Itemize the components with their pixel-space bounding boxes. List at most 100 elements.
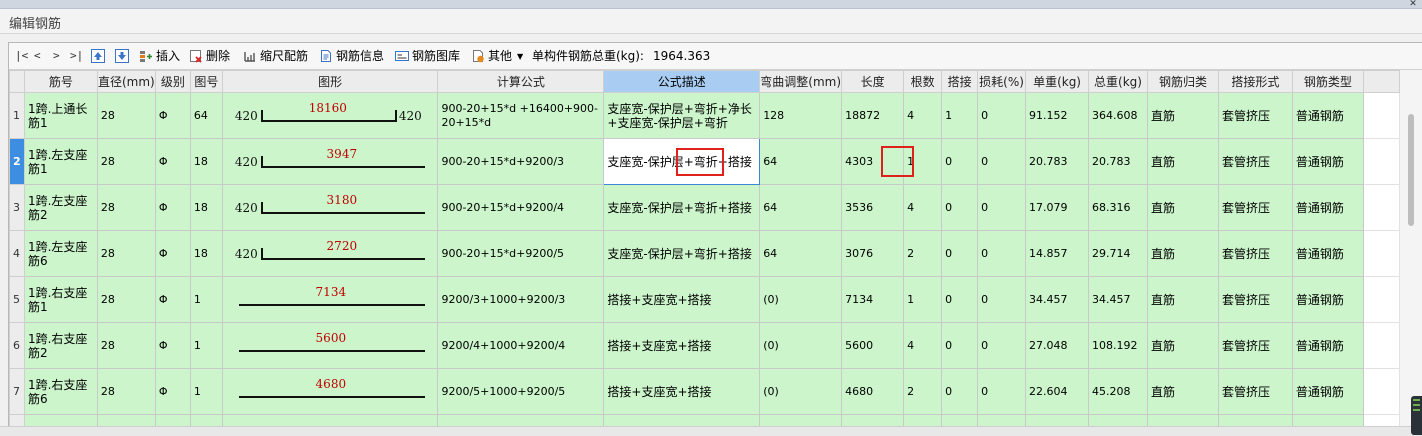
unit-weight-cell[interactable]: 17.079	[1025, 184, 1090, 231]
table-row[interactable]: 6 1跨.右支座筋2 28 Φ 1 5600 9200/4+1000+9200/4 搭接+支座…	[9, 322, 1400, 369]
delete-button[interactable]: 删除	[189, 48, 230, 64]
length-cell[interactable]: 18872	[841, 92, 905, 139]
rebar-name-cell[interactable]: 1跨.右支座筋2	[23, 322, 98, 369]
formula-cell[interactable]: 900-20+15*d +16400+900-20+15*d	[437, 92, 605, 139]
rebar-type-cell[interactable]: 普通钢筋	[1291, 138, 1364, 185]
count-cell[interactable]: 2	[903, 230, 943, 277]
vertical-scrollbar[interactable]	[1400, 70, 1422, 427]
formula-cell[interactable]: 900-20+15*d+9200/4	[437, 184, 605, 231]
bend-adjust-cell[interactable]: 64	[759, 184, 843, 231]
loss-cell[interactable]: 0	[977, 230, 1027, 277]
row-number[interactable]: 3	[9, 184, 25, 231]
rebar-info-button[interactable]: 钢筋信息	[319, 48, 384, 64]
lap-type-cell[interactable]: 套管挤压	[1217, 138, 1293, 185]
table-row[interactable]: 4 1跨.左支座筋6 28 Φ 18 420 2720 900-20+15*d+9200/5 支…	[9, 230, 1400, 277]
column-header[interactable]: 图形	[221, 70, 439, 93]
shape-cell[interactable]: 420 2720	[221, 230, 439, 277]
column-header[interactable]: 筋号	[23, 70, 98, 93]
row-number[interactable]: 6	[9, 322, 25, 369]
lap-type-cell[interactable]: 套管挤压	[1217, 92, 1293, 139]
column-header[interactable]: 搭接形式	[1217, 70, 1293, 93]
rebar-type-cell[interactable]: 普通钢筋	[1291, 92, 1364, 139]
column-header[interactable]: 搭接	[941, 70, 979, 93]
count-cell[interactable]: 2	[903, 368, 943, 415]
category-cell[interactable]: 直筋	[1147, 368, 1219, 415]
next-record-button[interactable]: >	[53, 48, 60, 64]
scale-rebar-button[interactable]: 缩尺配筋	[243, 48, 308, 64]
loss-cell[interactable]: 0	[977, 184, 1027, 231]
category-cell[interactable]: 直筋	[1147, 184, 1219, 231]
row-number[interactable]: 7	[9, 368, 25, 415]
formula-cell[interactable]: 900-20+15*d+9200/5	[437, 230, 605, 277]
diameter-cell[interactable]: 28	[96, 322, 156, 369]
diameter-cell[interactable]: 28	[96, 368, 156, 415]
diameter-cell[interactable]: 28	[96, 276, 156, 323]
shape-cell[interactable]: 420 3180	[221, 184, 439, 231]
column-header[interactable]: 长度	[841, 70, 905, 93]
table-row[interactable]: 3 1跨.左支座筋2 28 Φ 18 420 3180 900-20+15*d+9200/4 支…	[9, 184, 1400, 231]
figure-number-cell[interactable]: 1	[189, 368, 223, 415]
total-weight-cell[interactable]: 45.208	[1088, 368, 1148, 415]
table-row[interactable]: 5 1跨.右支座筋1 28 Φ 1 7134 9200/3+1000+9200/3 搭接+支座…	[9, 276, 1400, 323]
column-header[interactable]: 钢筋归类	[1147, 70, 1219, 93]
unit-weight-cell[interactable]: 34.457	[1025, 276, 1090, 323]
column-header-active[interactable]: 公式描述	[603, 70, 761, 93]
category-cell[interactable]: 直筋	[1147, 322, 1219, 369]
rebar-type-cell[interactable]: 普通钢筋	[1291, 230, 1364, 277]
count-cell[interactable]: 4	[903, 184, 943, 231]
move-down-button[interactable]	[115, 48, 132, 64]
total-weight-cell[interactable]: 108.192	[1088, 322, 1148, 369]
row-number[interactable]: 5	[9, 276, 25, 323]
diameter-cell[interactable]: 28	[96, 138, 156, 185]
column-header[interactable]: 根数	[903, 70, 943, 93]
rebar-name-cell[interactable]: 1跨.右支座筋6	[23, 368, 98, 415]
formula-desc-cell[interactable]: 支座宽-保护层+弯折+净长+支座宽-保护层+弯折	[603, 92, 761, 139]
loss-cell[interactable]: 0	[977, 276, 1027, 323]
rebar-type-cell[interactable]: 普通钢筋	[1291, 276, 1364, 323]
loss-cell[interactable]: 0	[977, 138, 1027, 185]
column-header[interactable]: 损耗(%)	[977, 70, 1027, 93]
row-number[interactable]: 4	[9, 230, 25, 277]
rebar-type-cell[interactable]: 普通钢筋	[1291, 368, 1364, 415]
grade-cell[interactable]: Φ	[154, 322, 191, 369]
formula-desc-cell[interactable]: 搭接+支座宽+搭接	[603, 368, 761, 415]
grade-cell[interactable]: Φ	[154, 92, 191, 139]
scrollbar-thumb[interactable]	[1408, 114, 1414, 226]
shape-cell[interactable]: 420 3947	[221, 138, 439, 185]
lap-cell[interactable]: 0	[941, 368, 979, 415]
category-cell[interactable]: 直筋	[1147, 92, 1219, 139]
rebar-name-cell[interactable]: 1跨.右支座筋1	[23, 276, 98, 323]
lap-cell[interactable]: 0	[941, 138, 979, 185]
formula-cell[interactable]: 9200/5+1000+9200/5	[437, 368, 605, 415]
loss-cell[interactable]: 0	[977, 92, 1027, 139]
formula-cell[interactable]: 9200/4+1000+9200/4	[437, 322, 605, 369]
total-weight-cell[interactable]: 29.714	[1088, 230, 1148, 277]
grade-cell[interactable]: Φ	[154, 138, 191, 185]
column-header[interactable]: 钢筋类型	[1291, 70, 1364, 93]
figure-number-cell[interactable]: 1	[189, 322, 223, 369]
lap-cell[interactable]: 0	[941, 276, 979, 323]
loss-cell[interactable]: 0	[977, 368, 1027, 415]
lap-cell[interactable]: 0	[941, 322, 979, 369]
diameter-cell[interactable]: 28	[96, 92, 156, 139]
formula-cell[interactable]: 900-20+15*d+9200/3	[437, 138, 605, 185]
diameter-cell[interactable]: 28	[96, 230, 156, 277]
total-weight-cell[interactable]: 364.608	[1088, 92, 1148, 139]
count-cell[interactable]: 4	[903, 92, 943, 139]
loss-cell[interactable]: 0	[977, 322, 1027, 369]
unit-weight-cell[interactable]: 20.783	[1025, 138, 1090, 185]
shape-cell[interactable]: 4680	[221, 368, 439, 415]
formula-desc-cell[interactable]: 支座宽-保护层+弯折+搭接	[603, 184, 761, 231]
shape-cell[interactable]: 7134	[221, 276, 439, 323]
row-number[interactable]: 2	[9, 138, 25, 185]
figure-number-cell[interactable]: 64	[189, 92, 223, 139]
rebar-name-cell[interactable]: 1跨.左支座筋6	[23, 230, 98, 277]
length-cell[interactable]: 4680	[841, 368, 905, 415]
bend-adjust-cell[interactable]: 64	[759, 138, 843, 185]
unit-weight-cell[interactable]: 91.152	[1025, 92, 1090, 139]
bend-adjust-cell[interactable]: 128	[759, 92, 843, 139]
rebar-name-cell[interactable]: 1跨.左支座筋1	[23, 138, 98, 185]
count-cell[interactable]: 4	[903, 322, 943, 369]
grade-cell[interactable]: Φ	[154, 368, 191, 415]
figure-number-cell[interactable]: 1	[189, 276, 223, 323]
